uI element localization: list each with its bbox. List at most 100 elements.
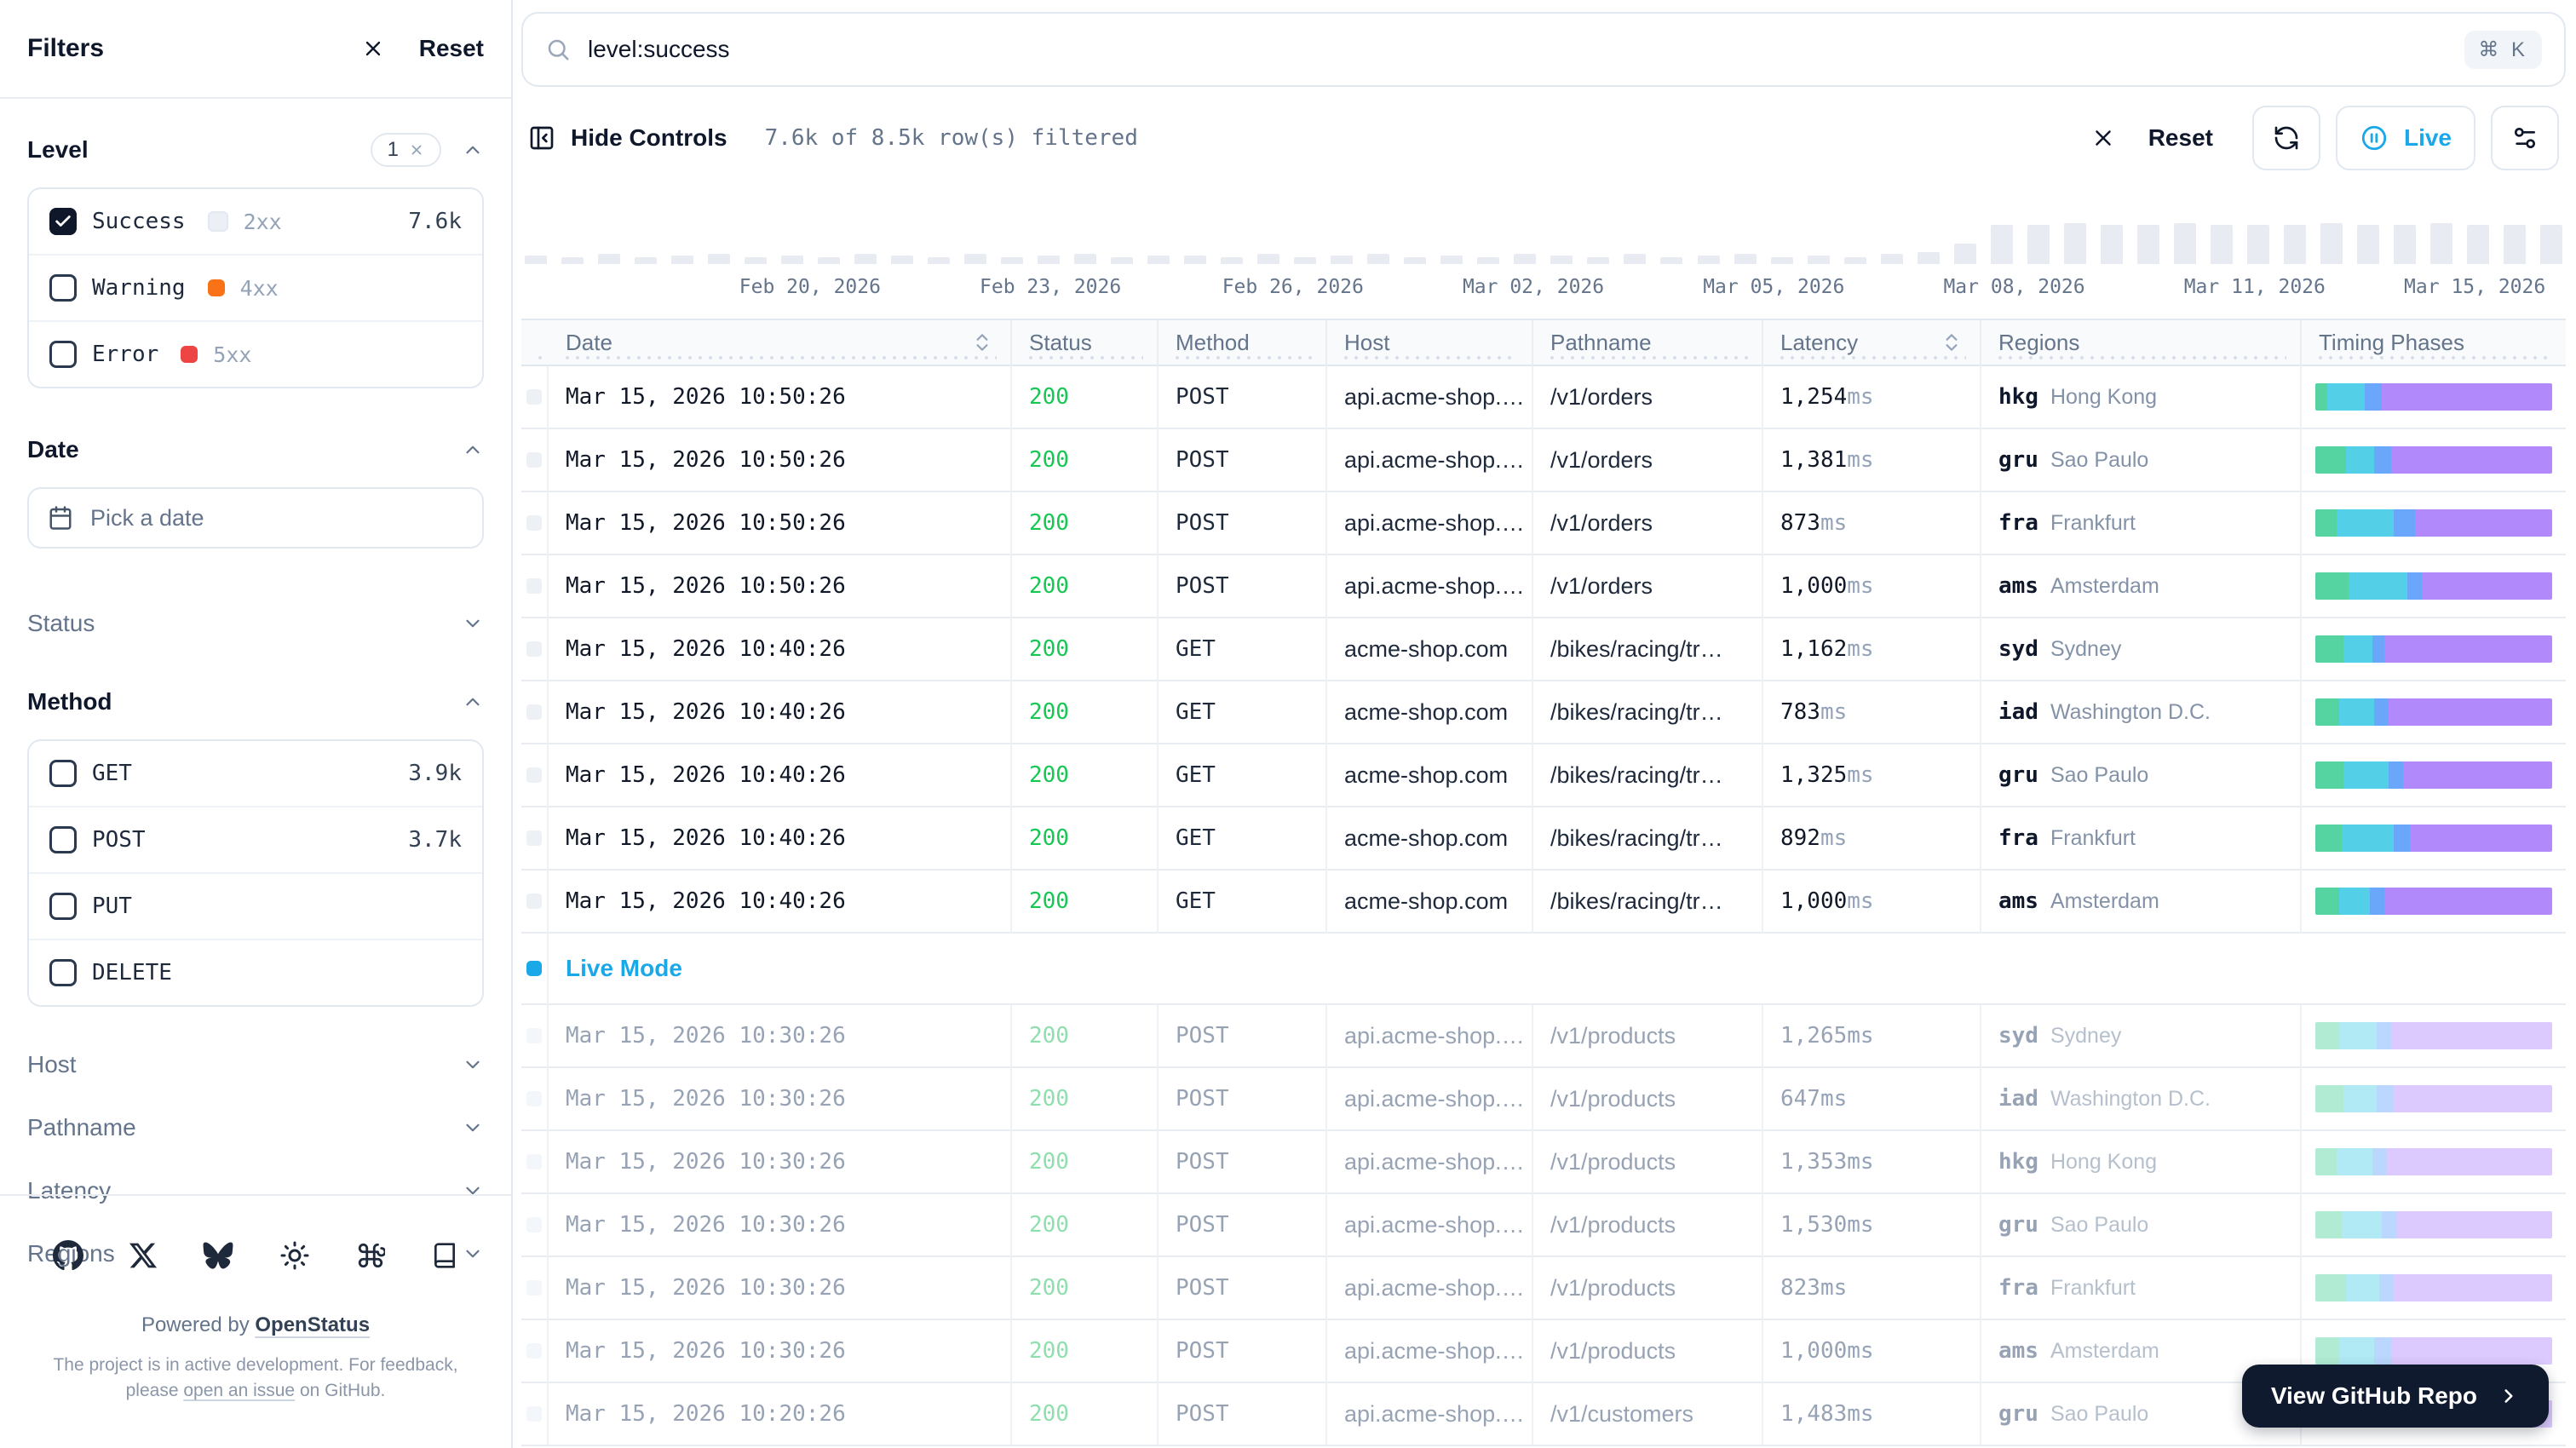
cell-status[interactable]: 200 [1012,681,1159,744]
cell-path[interactable]: /v1/products [1533,1068,1763,1131]
cell-regions[interactable]: hkgHong Kong [1981,1131,2302,1194]
checkbox[interactable] [49,959,77,986]
cell-status[interactable]: 200 [1012,555,1159,618]
cell-date[interactable]: Mar 15, 2026 10:40:26 [549,618,1012,681]
histogram-bar[interactable] [2467,225,2489,264]
cell-status[interactable]: 200 [1012,1194,1159,1257]
row-checkbox[interactable] [526,515,542,531]
row-select-cell[interactable] [521,681,549,744]
cell-timing-phases[interactable] [2302,871,2566,934]
cell-date[interactable]: Mar 15, 2026 10:40:26 [549,807,1012,871]
histogram-bar[interactable] [1771,257,1793,264]
row-select-cell[interactable] [521,1383,549,1446]
table-row[interactable]: Mar 15, 2026 10:30:26200POSTapi.acme-sho… [521,1194,2566,1257]
histogram-bar[interactable] [964,254,986,264]
histogram-bar[interactable] [1660,257,1682,264]
cell-host[interactable]: api.acme-shop.… [1327,429,1533,492]
cell-status[interactable]: 200 [1012,744,1159,807]
cell-host[interactable]: acme-shop.com [1327,744,1533,807]
histogram-bar[interactable] [1257,254,1279,264]
cell-status[interactable]: 200 [1012,1320,1159,1383]
histogram-bar[interactable] [2247,225,2269,264]
histogram-bar[interactable] [2540,225,2562,264]
column-header-Latency[interactable]: Latency [1763,320,1981,366]
level-option-row[interactable]: Success2xx7.6k [29,189,482,256]
cell-method[interactable]: GET [1159,807,1327,871]
cell-host[interactable]: api.acme-shop.… [1327,1068,1533,1131]
table-row[interactable]: Mar 15, 2026 10:40:26200GETacme-shop.com… [521,744,2566,807]
live-toggle-button[interactable]: Live [2336,106,2475,170]
cell-path[interactable]: /v1/orders [1533,366,1763,429]
github-icon[interactable] [53,1240,83,1271]
cell-date[interactable]: Mar 15, 2026 10:40:26 [549,871,1012,934]
cell-path[interactable]: /v1/products [1533,1131,1763,1194]
histogram-bar[interactable] [1440,256,1463,264]
level-section-header[interactable]: Level 1 [27,129,484,170]
table-row[interactable]: Mar 15, 2026 10:40:26200GETacme-shop.com… [521,807,2566,871]
histogram-bar[interactable] [1367,254,1389,264]
cell-latency[interactable]: 783ms [1763,681,1981,744]
histogram-bar[interactable] [1294,257,1316,264]
row-checkbox[interactable] [526,452,542,468]
table-row[interactable]: Mar 15, 2026 10:40:26200GETacme-shop.com… [521,871,2566,934]
cell-date[interactable]: Mar 15, 2026 10:30:26 [549,1194,1012,1257]
chevron-down-icon[interactable] [462,1054,484,1076]
histogram-bar[interactable] [525,256,547,264]
table-row[interactable]: Mar 15, 2026 10:50:26200POSTapi.acme-sho… [521,429,2566,492]
checkbox[interactable] [49,893,77,920]
status-section-header[interactable]: Status [27,603,484,644]
histogram-bar[interactable] [1808,256,1830,264]
cell-latency[interactable]: 873ms [1763,492,1981,555]
cell-regions[interactable]: hkgHong Kong [1981,366,2302,429]
cell-timing-phases[interactable] [2302,555,2566,618]
cell-latency[interactable]: 1,483ms [1763,1383,1981,1446]
table-row[interactable]: Mar 15, 2026 10:40:26200GETacme-shop.com… [521,618,2566,681]
cell-timing-phases[interactable] [2302,681,2566,744]
cell-latency[interactable]: 1,265ms [1763,1005,1981,1068]
cell-method[interactable]: POST [1159,1005,1327,1068]
cell-date[interactable]: Mar 15, 2026 10:30:26 [549,1131,1012,1194]
row-select-cell[interactable] [521,934,549,1005]
row-checkbox[interactable] [526,767,542,783]
cell-date[interactable]: Mar 15, 2026 10:20:26 [549,1383,1012,1446]
row-select-cell[interactable] [521,1320,549,1383]
histogram-bar[interactable] [1918,252,1940,264]
open-issue-link[interactable]: open an issue [183,1381,295,1400]
cell-host[interactable]: api.acme-shop.… [1327,492,1533,555]
cell-status[interactable]: 200 [1012,871,1159,934]
histogram-bar[interactable] [1991,225,2013,264]
row-checkbox[interactable] [526,894,542,909]
method-option-row[interactable]: DELETE [29,940,482,1005]
cell-status[interactable]: 200 [1012,807,1159,871]
cell-method[interactable]: POST [1159,555,1327,618]
cell-path[interactable]: /bikes/racing/tr… [1533,618,1763,681]
table-row[interactable]: Mar 15, 2026 10:30:26200POSTapi.acme-sho… [521,1257,2566,1320]
cell-path[interactable]: /v1/products [1533,1320,1763,1383]
cell-latency[interactable]: 1,162ms [1763,618,1981,681]
row-select-cell[interactable] [521,618,549,681]
cell-regions[interactable]: amsAmsterdam [1981,871,2302,934]
cell-status[interactable]: 200 [1012,1131,1159,1194]
histogram-bar[interactable] [2320,223,2343,264]
histogram-bar[interactable] [781,256,803,264]
histogram-bar[interactable] [1038,256,1060,264]
histogram-bar[interactable] [1221,257,1243,264]
cell-status[interactable]: 200 [1012,429,1159,492]
histogram-bar[interactable] [2504,225,2526,264]
cell-date[interactable]: Mar 15, 2026 10:50:26 [549,429,1012,492]
histogram-bar[interactable] [2064,223,2086,264]
cell-path[interactable]: /v1/orders [1533,555,1763,618]
row-checkbox[interactable] [526,1280,542,1296]
cell-regions[interactable]: gruSao Paulo [1981,429,2302,492]
controls-reset-button[interactable]: Reset [2148,124,2213,152]
row-select-cell[interactable] [521,1257,549,1320]
row-checkbox[interactable] [526,1343,542,1359]
cell-regions[interactable]: fraFrankfurt [1981,492,2302,555]
live-mode-row[interactable]: Live Mode [521,934,2566,1005]
cell-date[interactable]: Mar 15, 2026 10:40:26 [549,681,1012,744]
checkbox[interactable] [49,760,77,787]
cell-latency[interactable]: 1,381ms [1763,429,1981,492]
cell-host[interactable]: api.acme-shop.… [1327,555,1533,618]
cell-status[interactable]: 200 [1012,1383,1159,1446]
cell-timing-phases[interactable] [2302,744,2566,807]
